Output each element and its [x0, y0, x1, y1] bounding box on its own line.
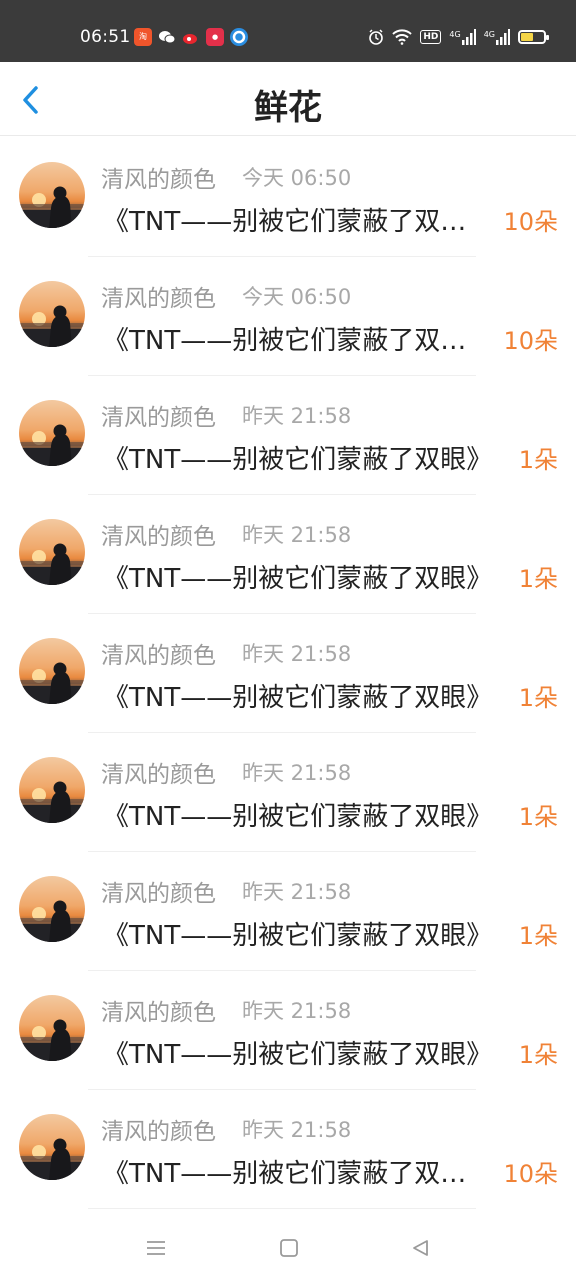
flower-count: 1朵 — [518, 803, 558, 831]
flower-list: 清风的颜色 今天 06:50 《TNT——别被它们蒙蔽了双眼》 10朵 清风的颜… — [0, 138, 576, 1209]
avatar[interactable] — [19, 519, 85, 585]
message-text: 《TNT——别被它们蒙蔽了双眼》 — [103, 564, 493, 594]
message-text: 《TNT——别被它们蒙蔽了双眼》 — [103, 802, 493, 832]
message-text: 《TNT——别被它们蒙蔽了双眼》 — [103, 1159, 487, 1189]
sender-name: 清风的颜色 — [101, 1119, 216, 1145]
flower-count: 1朵 — [518, 565, 558, 593]
list-item[interactable]: 清风的颜色 今天 06:50 《TNT——别被它们蒙蔽了双眼》 10朵 — [0, 138, 576, 257]
status-time: 06:51 — [80, 27, 131, 47]
flower-count: 1朵 — [518, 446, 558, 474]
sender-name: 清风的颜色 — [101, 643, 216, 669]
sender-name: 清风的颜色 — [101, 1000, 216, 1026]
app-blue-icon — [230, 28, 248, 46]
alarm-icon — [369, 29, 384, 45]
sender-name: 清风的颜色 — [101, 286, 216, 312]
avatar[interactable] — [19, 400, 85, 466]
message-text: 《TNT——别被它们蒙蔽了双眼》 — [103, 207, 487, 237]
hd-icon: HD — [420, 30, 442, 44]
battery-level — [521, 33, 533, 41]
timestamp: 昨天 21:58 — [242, 523, 352, 547]
weibo-icon — [182, 28, 200, 46]
wechat-icon — [158, 28, 176, 46]
list-item[interactable]: 清风的颜色 昨天 21:58 《TNT——别被它们蒙蔽了双眼》 1朵 — [0, 971, 576, 1090]
battery-icon — [518, 30, 549, 44]
avatar[interactable] — [19, 1114, 85, 1180]
flower-count: 1朵 — [518, 684, 558, 712]
flower-count: 10朵 — [503, 1160, 558, 1188]
home-button[interactable] — [278, 1238, 302, 1258]
flower-count: 10朵 — [503, 208, 558, 236]
header: 鲜花 — [0, 62, 576, 136]
avatar[interactable] — [19, 281, 85, 347]
list-item[interactable]: 清风的颜色 昨天 21:58 《TNT——别被它们蒙蔽了双眼》 10朵 — [0, 1090, 576, 1209]
avatar[interactable] — [19, 876, 85, 942]
sender-name: 清风的颜色 — [101, 524, 216, 550]
flower-count: 1朵 — [518, 1041, 558, 1069]
message-text: 《TNT——别被它们蒙蔽了双眼》 — [103, 921, 493, 951]
avatar[interactable] — [19, 757, 85, 823]
message-text: 《TNT——别被它们蒙蔽了双眼》 — [103, 1040, 493, 1070]
timestamp: 昨天 21:58 — [242, 1118, 352, 1142]
avatar[interactable] — [19, 162, 85, 228]
list-item[interactable]: 清风的颜色 昨天 21:58 《TNT——别被它们蒙蔽了双眼》 1朵 — [0, 614, 576, 733]
list-item[interactable]: 清风的颜色 今天 06:50 《TNT——别被它们蒙蔽了双眼》 10朵 — [0, 257, 576, 376]
menu-icon — [147, 1241, 165, 1255]
sender-name: 清风的颜色 — [101, 167, 216, 193]
timestamp: 昨天 21:58 — [242, 761, 352, 785]
sender-name: 清风的颜色 — [101, 762, 216, 788]
avatar[interactable] — [19, 995, 85, 1061]
signal-icon-1: 4G — [449, 29, 476, 45]
system-nav-bar — [0, 1212, 576, 1280]
list-item[interactable]: 清风的颜色 昨天 21:58 《TNT——别被它们蒙蔽了双眼》 1朵 — [0, 495, 576, 614]
status-bar: 06:51 淘 ● HD 4G 4G — [0, 0, 576, 62]
notification-icons: 淘 ● — [134, 28, 248, 46]
back-triangle-icon — [413, 1240, 428, 1256]
avatar[interactable] — [19, 638, 85, 704]
taobao-icon: 淘 — [134, 28, 152, 46]
app-red-icon: ● — [206, 28, 224, 46]
sender-name: 清风的颜色 — [101, 405, 216, 431]
timestamp: 昨天 21:58 — [242, 642, 352, 666]
flower-count: 10朵 — [503, 327, 558, 355]
home-square-icon — [280, 1239, 298, 1257]
system-icons: HD 4G 4G — [368, 29, 549, 45]
sender-name: 清风的颜色 — [101, 881, 216, 907]
timestamp: 昨天 21:58 — [242, 404, 352, 428]
divider — [88, 1208, 476, 1209]
message-text: 《TNT——别被它们蒙蔽了双眼》 — [103, 445, 493, 475]
menu-button[interactable] — [145, 1238, 169, 1258]
back-nav-button[interactable] — [410, 1238, 434, 1258]
list-item[interactable]: 清风的颜色 昨天 21:58 《TNT——别被它们蒙蔽了双眼》 1朵 — [0, 852, 576, 971]
message-text: 《TNT——别被它们蒙蔽了双眼》 — [103, 326, 487, 356]
page-title: 鲜花 — [254, 88, 322, 128]
message-text: 《TNT——别被它们蒙蔽了双眼》 — [103, 683, 493, 713]
timestamp: 昨天 21:58 — [242, 880, 352, 904]
flower-count: 1朵 — [518, 922, 558, 950]
wifi-icon — [392, 29, 413, 45]
list-item[interactable]: 清风的颜色 昨天 21:58 《TNT——别被它们蒙蔽了双眼》 1朵 — [0, 733, 576, 852]
signal-icon-2: 4G — [484, 29, 510, 45]
list-item[interactable]: 清风的颜色 昨天 21:58 《TNT——别被它们蒙蔽了双眼》 1朵 — [0, 376, 576, 495]
timestamp: 今天 06:50 — [242, 166, 352, 190]
timestamp: 今天 06:50 — [242, 285, 352, 309]
timestamp: 昨天 21:58 — [242, 999, 352, 1023]
